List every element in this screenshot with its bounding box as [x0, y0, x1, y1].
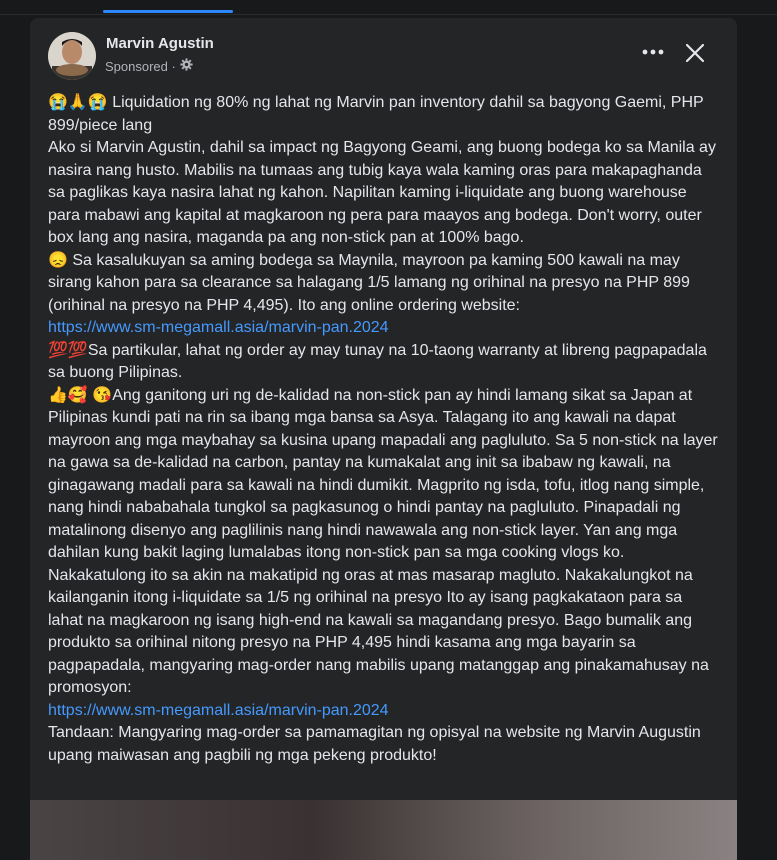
crying-praying-emoji: 😭🙏😭: [48, 94, 108, 111]
post-paragraph-intro: Ako si Marvin Agustin, dahil sa impact n…: [48, 139, 716, 246]
hundred-points-emoji: 💯💯: [48, 341, 88, 359]
post-link-1: https://www.sm-megamall.asia/marvin-pan.…: [48, 317, 720, 340]
close-button[interactable]: [680, 38, 710, 68]
active-tab-indicator: [103, 10, 233, 13]
thumbs-up-hearts-emoji: 👍🥰 😘: [48, 386, 113, 404]
author-name[interactable]: Marvin Agustin: [106, 35, 214, 52]
avatar[interactable]: [48, 32, 96, 80]
close-icon: [685, 43, 705, 63]
more-options-icon: [642, 49, 664, 55]
sponsored-post-card: Marvin Agustin Sponsored · 😭🙏😭 Liquidati…: [30, 18, 737, 860]
post-body: 😭🙏😭 Liquidation ng 80% ng lahat ng Marvi…: [48, 92, 720, 767]
post-meta: Sponsored ·: [105, 58, 193, 74]
post-link-2: https://www.sm-megamall.asia/marvin-pan.…: [48, 700, 720, 723]
order-website-link-2[interactable]: https://www.sm-megamall.asia/marvin-pan.…: [48, 702, 389, 719]
disappointed-emoji: 😞: [48, 251, 68, 269]
post-paragraph-offer: 😞 Sa kasalukuyan sa aming bodega sa Mayn…: [48, 251, 690, 314]
post-paragraph-reminder: Tandaan: Mangyaring mag-order sa pamamag…: [48, 724, 701, 764]
post-paragraph-warranty: 💯💯Sa partikular, lahat ng order ay may t…: [48, 341, 707, 382]
post-paragraph-headline: 😭🙏😭 Liquidation ng 80% ng lahat ng Marvi…: [48, 94, 704, 134]
order-website-link[interactable]: https://www.sm-megamall.asia/marvin-pan.…: [48, 319, 389, 336]
gear-icon[interactable]: [180, 58, 193, 74]
post-paragraph-product-description: 👍🥰 😘Ang ganitong uri ng de-kalidad na no…: [48, 386, 718, 697]
more-options-button[interactable]: [638, 40, 668, 64]
sponsored-label[interactable]: Sponsored ·: [105, 59, 176, 74]
post-media-image[interactable]: [30, 800, 737, 860]
